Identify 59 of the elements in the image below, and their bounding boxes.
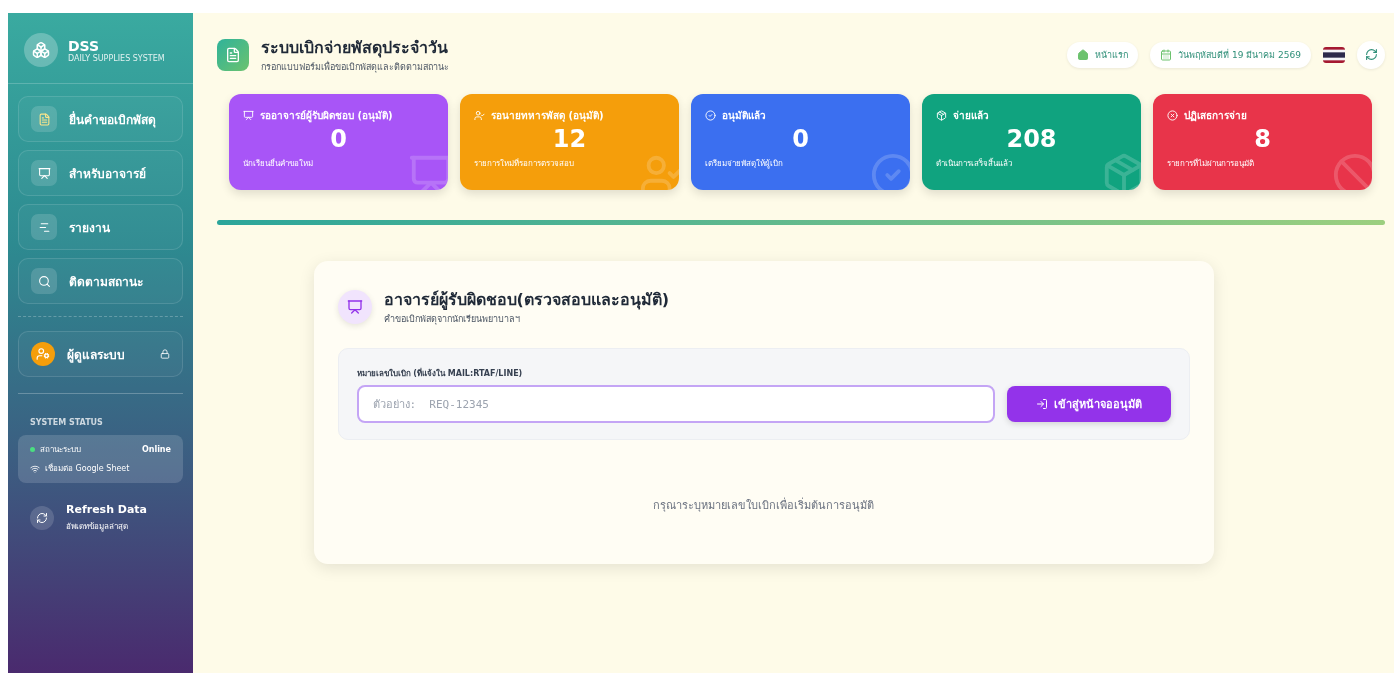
background-icon bbox=[870, 152, 910, 190]
user-check-icon bbox=[474, 110, 485, 121]
card-title: จ่ายแล้ว bbox=[953, 109, 989, 123]
hint-text: กรุณาระบุหมายเลขใบเบิกเพื่อเริ่มต้นการอนุมัติ bbox=[653, 496, 874, 514]
card-value: 208 bbox=[1006, 125, 1057, 153]
app-subtitle: DAILY SUPPLIES SYSTEM bbox=[68, 53, 165, 63]
chart-icon bbox=[31, 214, 57, 240]
refresh-icon bbox=[30, 506, 54, 530]
teacher-board-icon bbox=[337, 289, 372, 324]
sidebar-item[interactable]: ยื่นคำขอเบิกพัสดุ bbox=[18, 96, 183, 142]
check-circle-icon bbox=[705, 110, 716, 121]
box-icon bbox=[936, 110, 947, 121]
card-value: 12 bbox=[552, 125, 587, 153]
x-circle-icon bbox=[1167, 110, 1178, 121]
field-label: หมายเลขใบเบิก (ที่แจ้งใน MAIL:RTAF/LINE) bbox=[356, 367, 524, 380]
input-field[interactable]: ตัวอย่าง: REQ-12345 bbox=[356, 385, 995, 423]
page-title: ระบบเบิกจ่ายพัสดุประจำวัน bbox=[261, 37, 449, 60]
approve-button[interactable]: เข้าสู่หน้าจออนุมัติ bbox=[1006, 386, 1171, 422]
document-icon bbox=[31, 106, 57, 132]
calendar-icon bbox=[1160, 48, 1173, 61]
card-note: ดำเนินการเสร็จสิ้นแล้ว bbox=[936, 157, 1013, 170]
card-title: รอนายทหารพัสดุ (อนุมัติ) bbox=[491, 109, 604, 123]
section-heading: SYSTEM STATUS bbox=[29, 417, 104, 429]
document-icon bbox=[217, 38, 249, 71]
sidebar-item[interactable]: สำหรับอาจารย์ bbox=[18, 150, 183, 196]
card-title: อนุมัติแล้ว bbox=[722, 109, 766, 123]
page-subtitle: กรอกแบบฟอร์มเพื่อขอเบิกพัสดุและติดตามสถานะ bbox=[261, 60, 450, 74]
sidebar-item[interactable]: ติดตามสถานะ bbox=[18, 258, 183, 304]
panel-subtitle: คำขอเบิกพัสดุจากนักเรียนพยาบาลฯ bbox=[383, 313, 521, 326]
home-icon bbox=[1077, 48, 1090, 61]
teacher-board-icon bbox=[243, 110, 254, 121]
card-value: 0 bbox=[330, 125, 347, 153]
app-title: DSS bbox=[68, 37, 101, 54]
date-text: วันพฤหัสบดีที่ 19 มีนาคม 2569 bbox=[1178, 48, 1301, 62]
sidebar-item[interactable]: ผู้ดูแลระบบ bbox=[18, 331, 183, 377]
search-icon bbox=[31, 268, 57, 294]
logo-icon bbox=[24, 33, 58, 67]
card-note: รายการใหม่ที่รอการตรวจสอบ bbox=[474, 157, 575, 170]
card-note: นักเรียนยื่นคำขอใหม่ bbox=[243, 157, 314, 170]
wifi-icon bbox=[30, 463, 40, 474]
admin-user-icon bbox=[31, 342, 55, 366]
teacher-board-icon bbox=[31, 160, 57, 186]
card-value: 0 bbox=[792, 125, 809, 153]
card-note: รายการที่ไม่ผ่านการอนุมัติ bbox=[1167, 157, 1255, 170]
sidebar-item[interactable]: รายงาน bbox=[18, 204, 183, 250]
status-label: สถานะระบบ bbox=[40, 444, 82, 456]
card-title: รออาจารย์ผู้รับผิดชอบ (อนุมัติ) bbox=[260, 109, 393, 123]
login-icon bbox=[1035, 398, 1048, 410]
panel-title: อาจารย์ผู้รับผิดชอบ(ตรวจสอบและอนุมัติ) bbox=[383, 289, 671, 312]
status-value: Online bbox=[141, 445, 171, 454]
background-icon bbox=[1332, 152, 1372, 190]
home-button[interactable]: หน้าแรก bbox=[1067, 41, 1139, 68]
refresh-icon bbox=[1364, 48, 1378, 61]
connection-text: เชื่อมต่อ Google Sheet bbox=[45, 462, 130, 475]
card-value: 8 bbox=[1254, 125, 1271, 153]
card-note: เตรียมจ่ายพัสดุให้ผู้เบิก bbox=[705, 158, 784, 170]
flag-icon[interactable] bbox=[1323, 46, 1345, 63]
card-title: ปฏิเสธการจ่าย bbox=[1184, 109, 1247, 123]
refresh-button[interactable]: Refresh Data อัพเดทข้อมูลล่าสุด bbox=[8, 483, 193, 553]
